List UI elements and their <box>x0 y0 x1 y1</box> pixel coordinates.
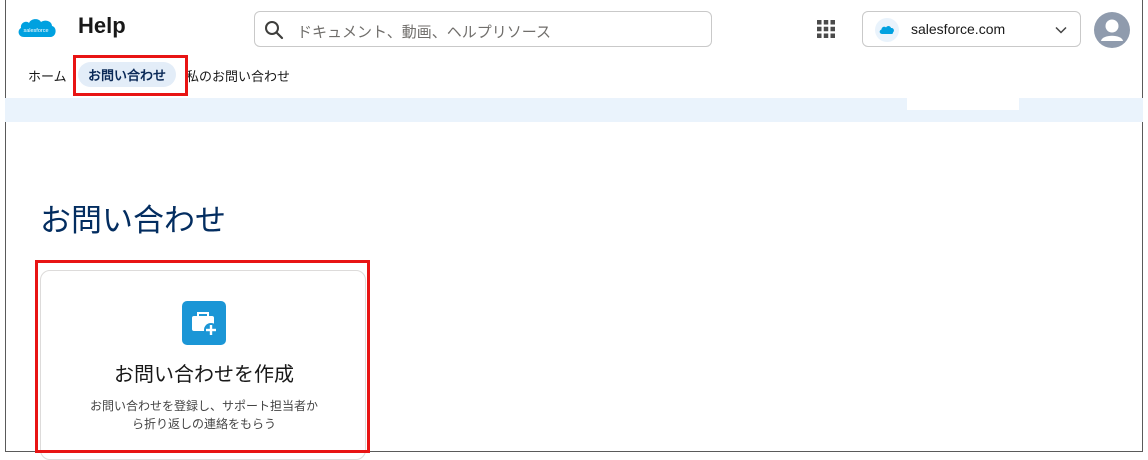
org-selector[interactable]: salesforce.com <box>862 11 1081 47</box>
highlight-box-card <box>35 260 370 453</box>
salesforce-cloud-icon <box>875 18 899 42</box>
help-title[interactable]: Help <box>78 13 126 39</box>
user-avatar[interactable] <box>1094 12 1130 48</box>
salesforce-logo[interactable]: salesforce <box>16 15 58 43</box>
search-icon <box>265 21 284 40</box>
chevron-down-icon <box>1055 26 1067 34</box>
search-placeholder: ドキュメント、動画、ヘルプリソース <box>297 23 551 41</box>
page-title: お問い合わせ <box>40 203 226 239</box>
app-launcher-icon[interactable] <box>816 19 836 39</box>
band-notch <box>907 98 1019 110</box>
highlight-box-tab <box>73 55 188 96</box>
tab-home[interactable]: ホーム <box>28 66 67 85</box>
svg-text:salesforce: salesforce <box>23 28 48 34</box>
header: salesforce Help ドキュメント、動画、ヘルプリソース salesf… <box>0 0 1148 60</box>
tab-my-cases[interactable]: 私のお問い合わせ <box>186 66 290 85</box>
user-icon <box>1101 19 1123 41</box>
org-label: salesforce.com <box>911 21 1006 37</box>
search-input[interactable]: ドキュメント、動画、ヘルプリソース <box>254 11 712 47</box>
